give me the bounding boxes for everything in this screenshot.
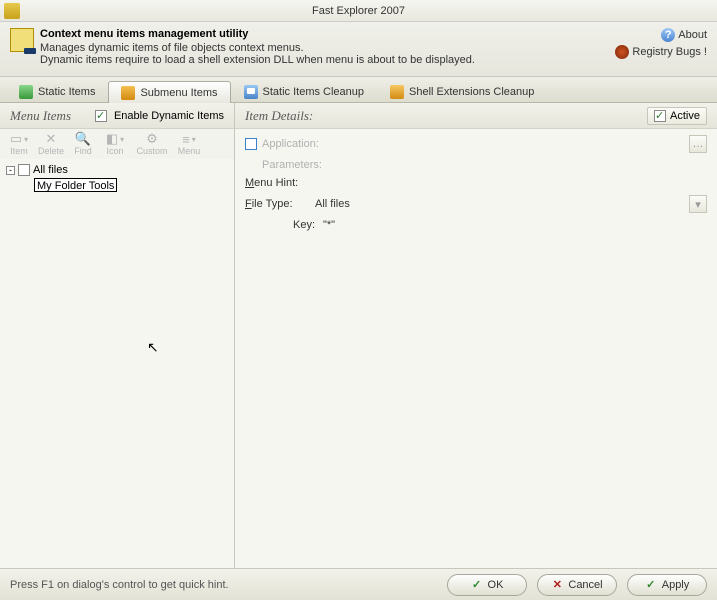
banner-icon	[10, 28, 34, 52]
banner-title: Context menu items management utility	[40, 28, 615, 40]
check-icon: ✓	[471, 579, 483, 591]
status-bar: Press F1 on dialog's control to get quic…	[0, 568, 717, 600]
help-icon: ?	[661, 28, 675, 42]
toolbar-item[interactable]: ▭Item	[4, 132, 34, 156]
toolbar-menu[interactable]: ≡Menu	[174, 132, 204, 156]
tab-static-cleanup[interactable]: Static Items Cleanup	[231, 80, 378, 102]
tab-cleanup-label: Static Items Cleanup	[263, 86, 365, 98]
ok-button[interactable]: ✓ OK	[447, 574, 527, 596]
tree-root-label: All files	[33, 164, 68, 176]
toolbar-icon[interactable]: ◧Icon	[100, 132, 130, 156]
enable-dynamic-checkbox[interactable]: Enable Dynamic Items	[95, 110, 224, 122]
mouse-cursor-icon: ↖	[147, 339, 159, 356]
tab-shellext-icon	[390, 85, 404, 99]
registry-bugs-link[interactable]: Registry Bugs !	[615, 45, 707, 59]
application-checkbox[interactable]	[245, 138, 257, 150]
x-icon: ✕	[551, 579, 563, 591]
banner-line2: Dynamic items require to load a shell ex…	[40, 54, 615, 66]
app-icon	[4, 3, 20, 19]
status-text: Press F1 on dialog's control to get quic…	[10, 579, 447, 591]
tab-submenu-label: Submenu Items	[140, 87, 217, 99]
banner-text: Context menu items management utility Ma…	[40, 28, 615, 66]
parameters-label: Parameters:	[262, 159, 332, 171]
key-value: "*"	[323, 219, 707, 231]
active-checkbox[interactable]: Active	[647, 107, 707, 125]
enable-dynamic-label: Enable Dynamic Items	[114, 110, 224, 122]
tree-child-row[interactable]: My Folder Tools	[6, 177, 228, 193]
item-details-panel: Item Details: Active Application: … Para…	[235, 103, 717, 568]
active-checkbox-icon	[654, 110, 666, 122]
about-link[interactable]: ?About	[661, 28, 707, 42]
ok-label: OK	[488, 579, 504, 591]
cancel-button[interactable]: ✕ Cancel	[537, 574, 617, 596]
file-type-dropdown-button[interactable]: ▾	[689, 195, 707, 213]
tab-shell-ext-cleanup[interactable]: Shell Extensions Cleanup	[377, 80, 547, 102]
active-label: Active	[670, 110, 700, 122]
tree-root-row[interactable]: - All files	[6, 163, 228, 177]
application-label: Application:	[262, 138, 332, 150]
apply-button[interactable]: ✓ Apply	[627, 574, 707, 596]
check-icon: ✓	[645, 579, 657, 591]
menu-toolbar: ▭Item ✕Delete 🔍Find ◧Icon ⚙Custom ≡Menu	[0, 129, 234, 159]
banner-line1: Manages dynamic items of file objects co…	[40, 42, 615, 54]
checkbox-icon	[95, 110, 107, 122]
key-label: Key:	[293, 219, 323, 231]
tab-shellext-label: Shell Extensions Cleanup	[409, 86, 534, 98]
title-bar: Fast Explorer 2007	[0, 0, 717, 22]
tab-cleanup-icon	[244, 85, 258, 99]
menu-items-panel: Menu Items Enable Dynamic Items ▭Item ✕D…	[0, 103, 235, 568]
about-label: About	[678, 29, 707, 41]
tab-static-icon	[19, 85, 33, 99]
tree-node-edit[interactable]: My Folder Tools	[34, 178, 117, 192]
file-type-label: File Type:	[245, 198, 315, 210]
toolbar-delete[interactable]: ✕Delete	[36, 132, 66, 156]
content-area: Menu Items Enable Dynamic Items ▭Item ✕D…	[0, 103, 717, 568]
bug-icon	[615, 45, 629, 59]
cancel-label: Cancel	[568, 579, 602, 591]
tree-root-checkbox[interactable]	[18, 164, 30, 176]
menu-items-title: Menu Items	[10, 108, 95, 124]
tab-static-items[interactable]: Static Items	[6, 80, 108, 102]
header-banner: Context menu items management utility Ma…	[0, 22, 717, 77]
item-details-title: Item Details:	[245, 108, 647, 124]
application-browse-button[interactable]: …	[689, 135, 707, 153]
tab-bar: Static Items Submenu Items Static Items …	[0, 77, 717, 103]
tab-submenu-items[interactable]: Submenu Items	[108, 81, 230, 103]
file-type-value: All files	[315, 198, 689, 210]
details-form: Application: … Parameters: Menu Hint: Fi…	[235, 129, 717, 568]
tree-view[interactable]: - All files My Folder Tools ↖	[0, 159, 234, 568]
apply-label: Apply	[662, 579, 690, 591]
toolbar-find[interactable]: 🔍Find	[68, 132, 98, 156]
tab-static-label: Static Items	[38, 86, 95, 98]
tab-submenu-icon	[121, 86, 135, 100]
registry-label: Registry Bugs !	[632, 46, 707, 58]
expand-toggle[interactable]: -	[6, 166, 15, 175]
menu-hint-label: Menu Hint:	[245, 177, 315, 189]
window-title: Fast Explorer 2007	[312, 5, 405, 17]
toolbar-custom[interactable]: ⚙Custom	[132, 132, 172, 156]
